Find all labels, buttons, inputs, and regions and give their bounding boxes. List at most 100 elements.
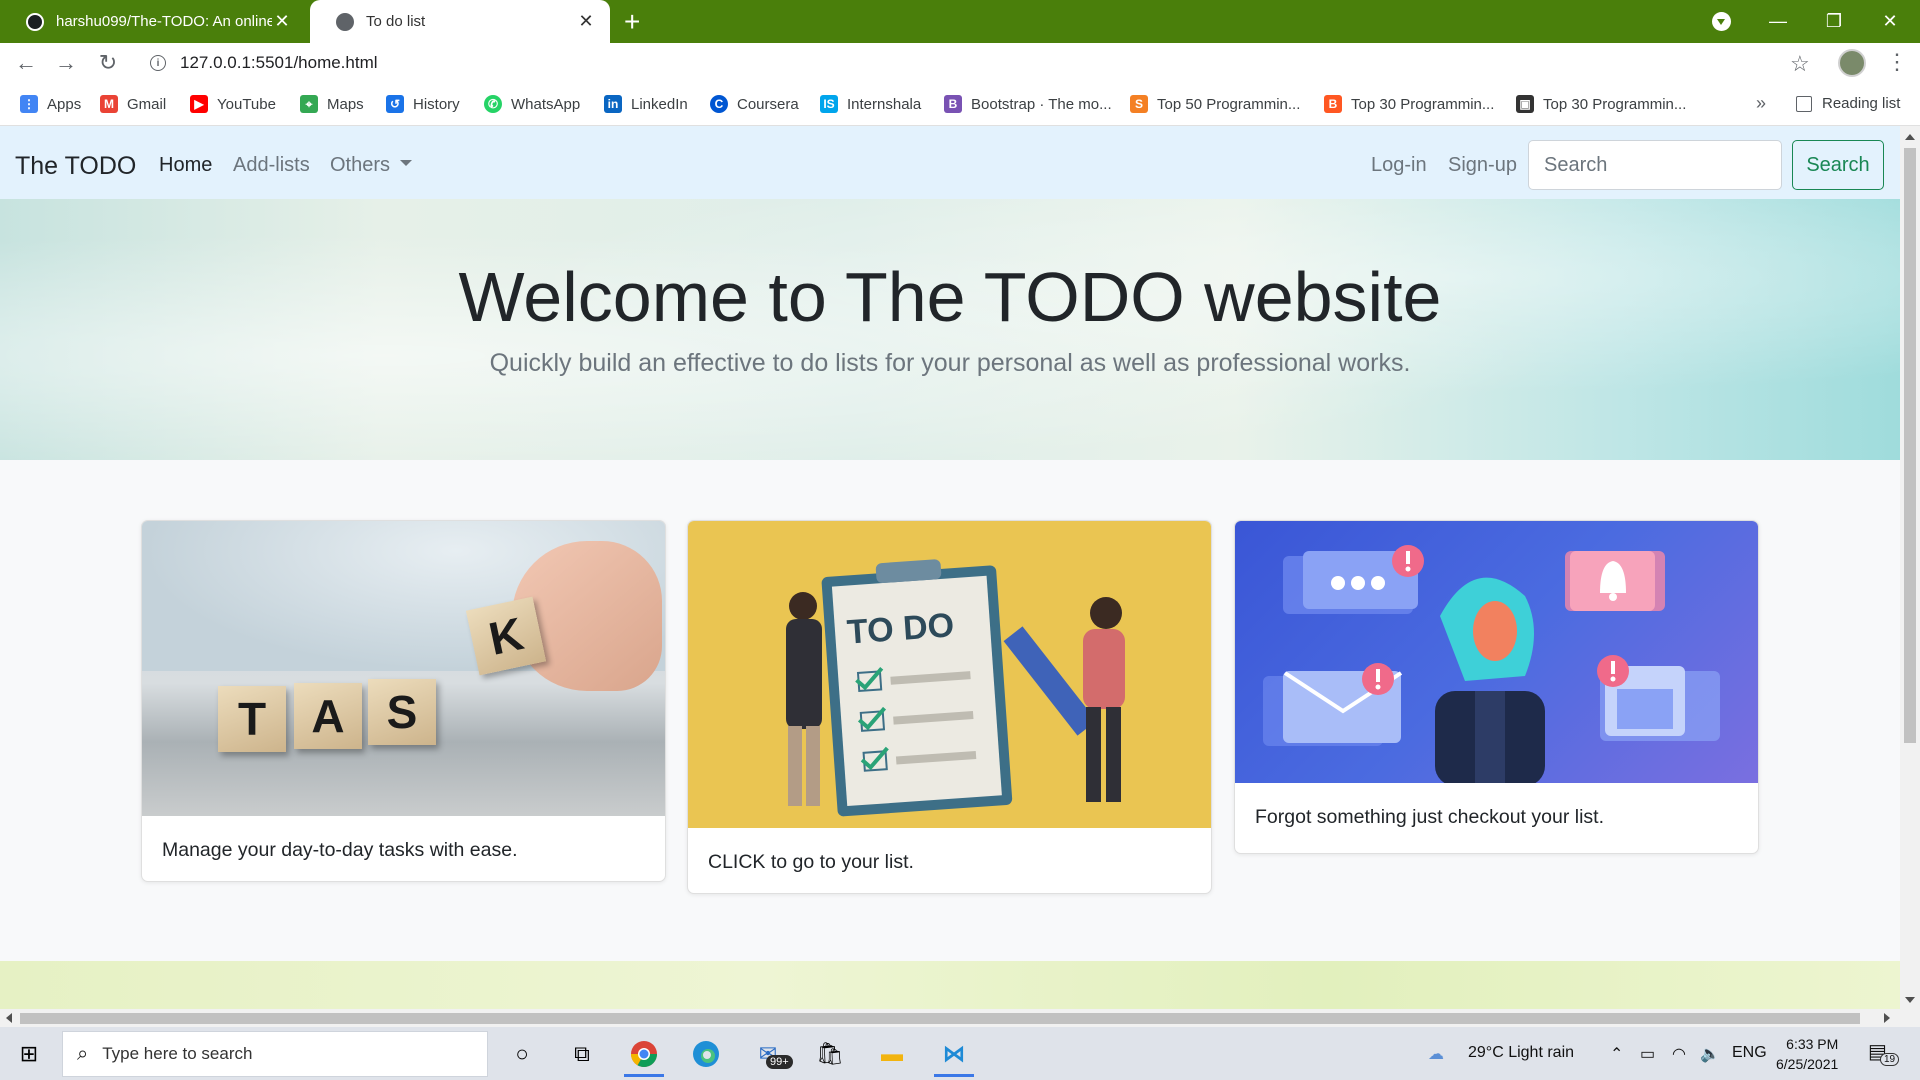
hero-banner: Welcome to The TODO website Quickly buil…	[0, 199, 1900, 460]
card-text: CLICK to go to your list.	[708, 851, 914, 873]
edge-icon[interactable]	[680, 1033, 732, 1075]
nav-add-lists[interactable]: Add-lists	[233, 154, 310, 177]
task-blocks-image: T A S K	[142, 521, 665, 816]
letter-block: A	[294, 683, 362, 749]
card-text: Forgot something just checkout your list…	[1255, 806, 1604, 828]
bookmark-label: WhatsApp	[511, 95, 581, 113]
reload-icon[interactable]: ↻	[94, 49, 122, 77]
bookmark-apps[interactable]: ⋮ Apps	[20, 95, 81, 113]
search-icon: ⌕	[77, 1042, 89, 1065]
windows-taskbar: ⊞ ⌕ Type here to search ○ ⧉ ✉ 99+ 🛍 ▬ ⋈ …	[0, 1027, 1920, 1080]
cortana-icon[interactable]: ○	[496, 1033, 548, 1075]
reminder-illustration	[1263, 545, 1720, 786]
page-viewport: The TODO Home Add-lists Others Log-in Si…	[0, 126, 1900, 1009]
search-input[interactable]	[1528, 140, 1782, 190]
bookmark-top30-a[interactable]: B Top 30 Programmin...	[1324, 95, 1494, 113]
system-clock[interactable]: 6:33 PM 6/25/2021	[1776, 1034, 1838, 1074]
clock-date: 6/25/2021	[1776, 1056, 1839, 1072]
bookmark-bootstrap[interactable]: B Bootstrap · The mo...	[944, 95, 1112, 113]
card-reminders[interactable]: Forgot something just checkout your list…	[1234, 520, 1759, 854]
close-tab-icon[interactable]: ✕	[272, 11, 292, 32]
bookmark-gmail[interactable]: M Gmail	[100, 95, 166, 113]
scroll-left-icon[interactable]	[6, 1013, 12, 1023]
tab-title: harshu099/The-TODO: An online	[56, 13, 272, 30]
more-bookmarks-icon[interactable]: »	[1756, 93, 1766, 114]
restore-icon[interactable]: ❐	[1804, 0, 1864, 43]
bookmark-top50[interactable]: S Top 50 Programmin...	[1130, 95, 1300, 113]
close-tab-icon[interactable]: ✕	[576, 11, 596, 32]
todo-illustration: TO DO	[786, 559, 1125, 817]
bookmark-history[interactable]: ↺ History	[386, 95, 460, 113]
card-todo-list[interactable]: TO DO CLICK to go to your list.	[687, 520, 1212, 894]
vscode-glyph: ⋈	[943, 1041, 965, 1066]
browser-tab-github[interactable]: harshu099/The-TODO: An online ✕	[0, 0, 306, 43]
weather-icon[interactable]: ☁	[1428, 1044, 1444, 1064]
wifi-icon[interactable]: ◠	[1672, 1044, 1686, 1064]
task-view-icon[interactable]: ⧉	[556, 1033, 608, 1075]
mail-icon[interactable]: ✉ 99+	[742, 1033, 794, 1075]
bookmark-label: Maps	[327, 95, 364, 113]
back-icon[interactable]: ←	[12, 49, 40, 77]
bookmark-coursera[interactable]: C Coursera	[710, 95, 799, 113]
minimize-icon[interactable]: —	[1748, 0, 1808, 43]
clock-time: 6:33 PM	[1786, 1036, 1839, 1052]
volume-icon[interactable]: 🔈	[1700, 1044, 1720, 1064]
nav-signup[interactable]: Sign-up	[1448, 154, 1517, 177]
bookmark-label: YouTube	[217, 95, 276, 113]
scroll-down-icon[interactable]	[1905, 997, 1915, 1003]
bookmark-label: Bootstrap · The mo...	[971, 95, 1112, 113]
bookmark-maps[interactable]: ⌖ Maps	[300, 95, 364, 113]
bookmark-icon: ▣	[1516, 95, 1534, 113]
store-icon[interactable]: 🛍	[804, 1033, 856, 1075]
profile-avatar[interactable]	[1838, 49, 1866, 77]
close-window-icon[interactable]: ✕	[1860, 0, 1920, 43]
horizontal-scrollbar[interactable]	[0, 1009, 1920, 1027]
bookmark-internshala[interactable]: IS Internshala	[820, 95, 921, 113]
gmail-icon: M	[100, 95, 118, 113]
bookmark-whatsapp[interactable]: ✆ WhatsApp	[484, 95, 580, 113]
horizontal-scroll-thumb[interactable]	[20, 1013, 1860, 1024]
scroll-right-icon[interactable]	[1884, 1013, 1890, 1023]
search-button[interactable]: Search	[1792, 140, 1884, 190]
tab-title: To do list	[366, 13, 426, 30]
letter-block: K	[465, 596, 547, 676]
show-hidden-icons[interactable]: ⌃	[1610, 1044, 1623, 1064]
bookmark-linkedin[interactable]: in LinkedIn	[604, 95, 688, 113]
vscode-icon[interactable]: ⋈	[928, 1033, 980, 1077]
new-tab-button[interactable]: +	[624, 6, 640, 38]
todo-clipboard-image: TO DO	[688, 521, 1211, 828]
notification-count: 19	[1880, 1053, 1900, 1066]
forward-icon[interactable]: →	[52, 49, 80, 77]
windows-start-icon[interactable]: ⊞	[12, 1039, 46, 1069]
action-center-icon[interactable]: ▤ 19	[1868, 1039, 1900, 1066]
site-info-icon[interactable]: i	[150, 55, 166, 71]
file-explorer-icon[interactable]: ▬	[866, 1033, 918, 1075]
address-bar[interactable]: i 127.0.0.1:5501/home.html	[138, 47, 1778, 79]
site-brand[interactable]: The TODO	[15, 152, 136, 181]
bookmark-star-icon[interactable]: ☆	[1790, 51, 1810, 77]
vertical-scrollbar[interactable]	[1900, 126, 1920, 1009]
tab-search-icon[interactable]	[1712, 12, 1731, 31]
bookmark-top30-b[interactable]: ▣ Top 30 Programmin...	[1516, 95, 1686, 113]
vertical-scroll-thumb[interactable]	[1904, 148, 1916, 743]
browser-tab-todo[interactable]: To do list ✕	[310, 0, 610, 43]
folder-glyph: ▬	[881, 1041, 903, 1066]
browser-tab-bar: harshu099/The-TODO: An online ✕ To do li…	[0, 0, 1920, 43]
scroll-up-icon[interactable]	[1905, 134, 1915, 140]
menu-icon[interactable]: ⋮	[1886, 49, 1908, 75]
nav-home[interactable]: Home	[159, 154, 212, 177]
card-manage-tasks[interactable]: T A S K Manage your day-to-day tasks wit…	[141, 520, 666, 882]
bookmark-youtube[interactable]: ▶ YouTube	[190, 95, 276, 113]
weather-text[interactable]: 29°C Light rain	[1468, 1044, 1574, 1062]
bookmark-label: Internshala	[847, 95, 922, 113]
bookmark-label: Top 30 Programmin...	[1351, 95, 1495, 113]
nav-login[interactable]: Log-in	[1371, 154, 1427, 177]
taskbar-search-box[interactable]: ⌕ Type here to search	[62, 1031, 488, 1077]
nav-others-dropdown[interactable]: Others	[330, 154, 413, 177]
bookmark-label: Top 30 Programmin...	[1543, 95, 1687, 113]
battery-icon[interactable]: ▭	[1640, 1044, 1655, 1064]
chrome-icon[interactable]	[618, 1033, 670, 1077]
reading-list-button[interactable]: Reading list	[1796, 95, 1900, 112]
mail-badge: 99+	[766, 1055, 793, 1069]
language-indicator[interactable]: ENG	[1732, 1044, 1767, 1062]
